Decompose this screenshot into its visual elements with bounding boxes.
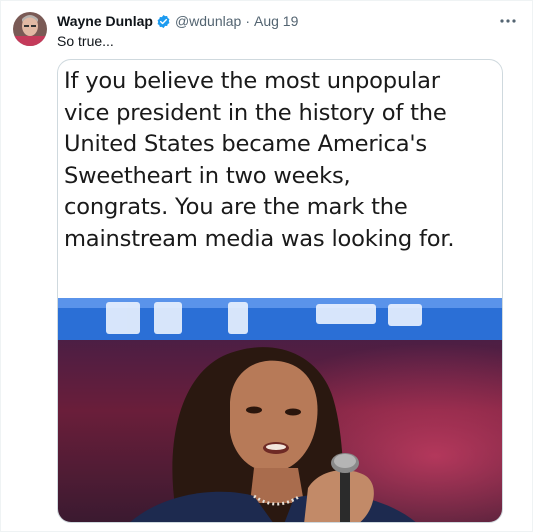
tweet-text: So true...: [57, 33, 114, 49]
caption-line: Sweetheart in two weeks,: [64, 162, 351, 189]
tweet-media[interactable]: If you believe the most unpopular vice p…: [57, 59, 503, 523]
caption-line: congrats. You are the mark the: [64, 194, 408, 220]
header-separator: ·: [245, 13, 250, 29]
tweet-header: Wayne Dunlap @wdunlap · Aug 19: [57, 11, 518, 31]
more-horizontal-icon[interactable]: [498, 14, 518, 28]
tweet-date[interactable]: Aug 19: [254, 13, 298, 29]
author-handle[interactable]: @wdunlap: [175, 13, 241, 29]
caption-line: mainstream media was looking for.: [64, 225, 455, 252]
caption-line: United States became America's: [64, 131, 427, 157]
caption-line: vice president in the history of the: [64, 99, 447, 126]
caption-line: If you believe the most unpopular: [64, 68, 440, 94]
author-name[interactable]: Wayne Dunlap: [57, 13, 153, 29]
meme-caption: If you believe the most unpopular vice p…: [64, 66, 500, 255]
meme-photo: [58, 298, 502, 522]
verified-badge-icon: [157, 14, 170, 28]
author-avatar[interactable]: [13, 12, 47, 46]
tweet-card[interactable]: Wayne Dunlap @wdunlap · Aug 19 So true..…: [0, 0, 533, 532]
